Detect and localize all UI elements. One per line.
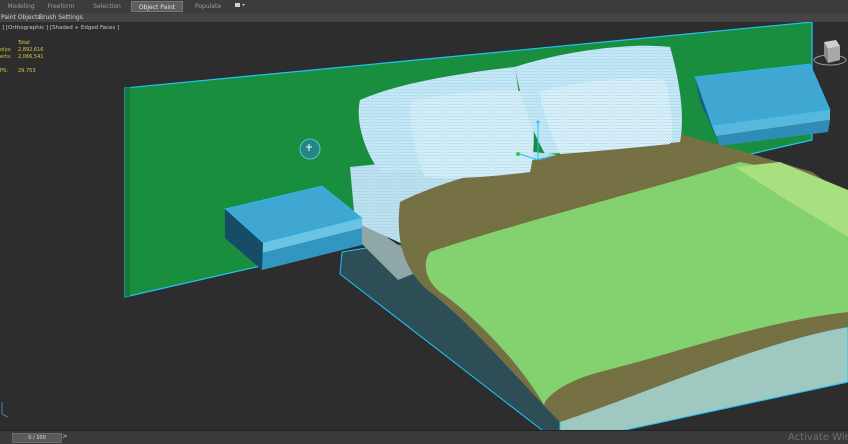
axis-tripod-icon [1,402,9,418]
right-nightstand[interactable] [694,63,831,146]
stats-header: Total [18,40,30,46]
paint-brush-cursor-icon [299,138,321,160]
scene-render[interactable] [0,22,848,430]
verts-value: 2,066,541 [18,54,44,60]
tab-object-paint[interactable]: Object Paint [131,1,183,12]
ribbon-tabs: Modeling Freeform Selection Object Paint… [0,0,848,14]
fps-label: PS: [0,68,8,74]
tab-selection[interactable]: Selection [88,1,126,12]
verts-label: erts: [0,54,12,60]
viewport[interactable]: ] [Orthographic ] [Shaded + Edged Faces … [0,22,848,430]
viewcube-icon[interactable] [813,40,847,66]
tab-modeling[interactable]: Modeling [2,1,40,12]
next-frame-button[interactable]: > [61,433,69,441]
camera-dropdown-icon[interactable] [232,1,248,12]
tab-populate[interactable]: Populate [191,1,225,12]
timeline: 0 / 100 > [0,430,848,444]
activation-watermark: Activate Wind [788,432,848,443]
tab-freeform[interactable]: Freeform [44,1,78,12]
paint-objects-button[interactable]: Paint Objects [1,13,40,22]
polys-value: 2,892,616 [18,47,44,53]
viewport-label[interactable]: ] [Orthographic ] [Shaded + Edged Faces … [2,25,119,31]
brush-settings-button[interactable]: Brush Settings [39,13,83,22]
scene-statistics: Total olys: 2,892,616 erts: 2,066,541 PS… [0,40,60,75]
fps-value: 29.753 [18,68,36,74]
time-slider[interactable]: 0 / 100 [12,433,62,443]
polys-label: olys: [0,47,12,53]
